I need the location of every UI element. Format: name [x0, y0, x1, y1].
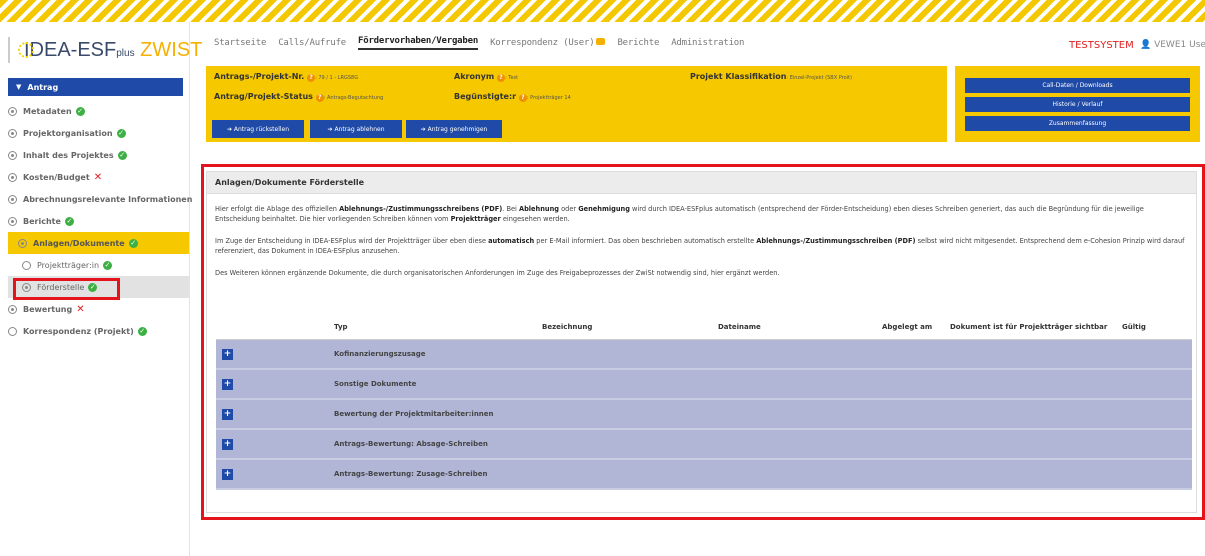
- sidebar-item-korrespondenz-projekt[interactable]: Korrespondenz (Projekt) ✓: [0, 320, 189, 342]
- brand-name: IDEA-ESFplus ZWIST: [24, 38, 203, 61]
- help-icon[interactable]: ?: [307, 74, 316, 82]
- highlight-foerderstelle: [13, 278, 120, 300]
- tab-startseite[interactable]: Startseite: [214, 38, 266, 48]
- sidebar-item-bewertung[interactable]: Bewertung ✕: [0, 298, 189, 320]
- arrow-right-icon: ➔: [226, 125, 232, 133]
- check-icon: ✓: [128, 238, 138, 248]
- circle-icon: [8, 106, 17, 116]
- eu-flag-icon: [8, 37, 34, 63]
- tab-calls[interactable]: Calls/Aufrufe: [278, 38, 346, 48]
- user-icon: 👤: [1140, 40, 1152, 50]
- arrow-right-icon: ➔: [420, 125, 426, 133]
- sidebar-subitem-projekttraeger[interactable]: Projektträger:in ✓: [0, 254, 189, 276]
- tab-korrespondenz[interactable]: Korrespondenz (User): [490, 38, 606, 48]
- tab-berichte[interactable]: Berichte: [617, 38, 659, 48]
- sidebar-section-antrag[interactable]: ▼ Antrag: [8, 78, 183, 96]
- check-icon: ✓: [75, 106, 85, 116]
- tab-foerdervorhaben[interactable]: Fördervorhaben/Vergaben: [358, 36, 478, 50]
- circle-icon: [8, 304, 17, 314]
- help-icon[interactable]: ?: [315, 94, 324, 102]
- logo[interactable]: IDEA-ESFplus ZWIST: [0, 22, 202, 78]
- help-icon[interactable]: ?: [518, 94, 527, 102]
- highlight-documents-panel: [201, 164, 1205, 520]
- circle-icon: [8, 326, 17, 336]
- check-icon: ✓: [116, 128, 126, 138]
- tab-administration[interactable]: Administration: [671, 38, 744, 48]
- test-system-hatch-banner: [0, 0, 1205, 22]
- check-icon: ✓: [137, 326, 147, 336]
- project-classification: Projekt Klassifikation: Einzel-Projekt (…: [690, 72, 852, 81]
- circle-icon: [8, 172, 17, 182]
- project-status: Antrag/Projekt-Status ?: Antrags-Begutac…: [214, 92, 384, 102]
- caret-down-icon: ▼: [16, 83, 22, 91]
- sidebar-item-metadaten[interactable]: Metadaten ✓: [0, 100, 189, 122]
- sidebar-item-berichte[interactable]: Berichte ✓: [0, 210, 189, 232]
- approve-application-button[interactable]: ➔ Antrag genehmigen: [406, 120, 502, 138]
- sidebar-item-abrechnung[interactable]: Abrechnungsrelevante Informationen: [0, 188, 192, 210]
- check-icon: ✓: [64, 216, 74, 226]
- summary-button[interactable]: Zusammenfassung: [965, 116, 1190, 131]
- sidebar-item-kosten[interactable]: Kosten/Budget ✕: [0, 166, 189, 188]
- system-badge: TESTSYSTEM: [1069, 40, 1134, 51]
- acronym: Akronym ?: Test: [454, 72, 519, 82]
- message-icon: [596, 38, 606, 45]
- circle-icon: [22, 260, 31, 270]
- beneficiary: Begünstigte:r ?: Projektträger 14: [454, 92, 571, 102]
- sidebar-item-anlagen[interactable]: Anlagen/Dokumente ✓: [8, 232, 189, 254]
- circle-icon: [8, 150, 17, 160]
- help-icon[interactable]: ?: [497, 74, 505, 82]
- project-nr: Antrags-/Projekt-Nr. ?: 79 / 1 - LRGS8G: [214, 72, 359, 82]
- reset-application-button[interactable]: ➔ Antrag rückstellen: [212, 120, 304, 138]
- sidebar-item-projektorganisation[interactable]: Projektorganisation ✓: [0, 122, 189, 144]
- circle-icon: [8, 216, 17, 226]
- sidebar-item-inhalt[interactable]: Inhalt des Projektes ✓: [0, 144, 189, 166]
- cross-icon: ✕: [93, 171, 103, 183]
- circle-icon: [18, 238, 27, 248]
- circle-icon: [8, 128, 17, 138]
- arrow-right-icon: ➔: [327, 125, 333, 133]
- top-navigation: Startseite Calls/Aufrufe Fördervorhaben/…: [200, 28, 1205, 58]
- history-button[interactable]: Historie / Verlauf: [965, 97, 1190, 112]
- reject-application-button[interactable]: ➔ Antrag ablehnen: [310, 120, 402, 138]
- check-icon: ✓: [103, 260, 113, 270]
- check-icon: ✓: [117, 150, 127, 160]
- circle-icon: [8, 194, 17, 204]
- cross-icon: ✕: [76, 303, 85, 315]
- call-data-downloads-button[interactable]: Call-Daten / Downloads: [965, 78, 1190, 93]
- side-actions-box: Call-Daten / Downloads Historie / Verlau…: [955, 66, 1200, 142]
- user-menu[interactable]: 👤 VEWE1 User: [1140, 40, 1205, 50]
